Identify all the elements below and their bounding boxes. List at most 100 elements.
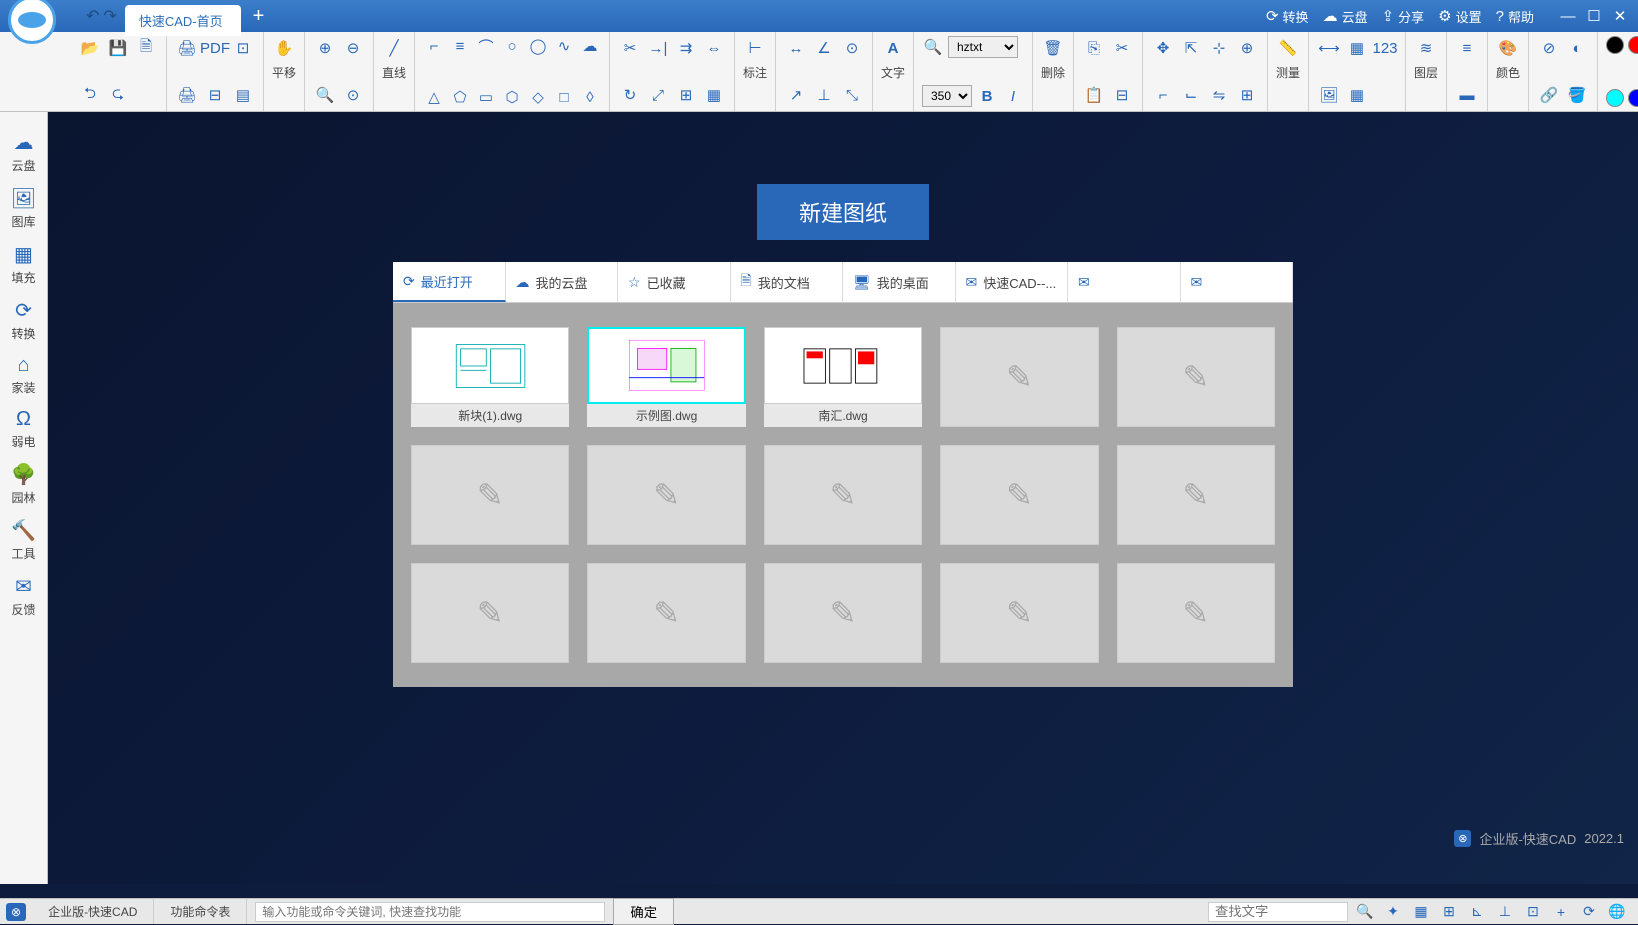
file-card-empty[interactable]: ✎ [1117,445,1275,545]
area-icon[interactable]: ▦ [1345,36,1369,60]
arc-icon[interactable]: ⌒ [475,36,497,56]
file-card-empty[interactable]: ✎ [587,563,745,663]
image-icon[interactable]: ⊡ [231,36,255,60]
sidebar-home[interactable]: ⌂家装 [11,354,35,396]
dim-angular-icon[interactable]: ∠ [812,36,836,60]
block-icon[interactable]: ▦ [702,83,726,107]
font-select[interactable]: hztxt [948,36,1018,58]
file-card-empty[interactable]: ✎ [940,327,1098,427]
box-icon[interactable]: □ [553,87,575,107]
file-card[interactable]: 示例图.dwg [587,327,745,427]
sidebar-garden[interactable]: 🌳园林 [11,462,36,506]
triangle-icon[interactable]: △ [423,87,445,107]
copy-icon[interactable]: ⎘ [1082,36,1106,60]
sidebar-feedback[interactable]: ✉反馈 [11,574,35,618]
tab-mail1[interactable]: ✉ [1068,262,1181,302]
zoomwin-icon[interactable]: 🔍 [313,83,337,107]
rotate-icon[interactable]: ↻ [618,83,642,107]
mirror-icon[interactable]: ⇔ [702,36,726,60]
file-card-empty[interactable]: ✎ [587,445,745,545]
file-card-empty[interactable]: ✎ [1117,563,1275,663]
ellipse-icon[interactable]: ◯ [527,36,549,56]
file-card-empty[interactable]: ✎ [764,563,922,663]
sidebar-electric[interactable]: Ω弱电 [11,408,35,450]
ok-button[interactable]: 确定 [613,898,674,925]
cut-icon[interactable]: ✂ [1110,36,1134,60]
tab-cloud[interactable]: ☁我的云盘 [506,262,619,302]
color-blue[interactable] [1628,89,1638,107]
share-button[interactable]: ⇪分享 [1382,7,1425,26]
spline-icon[interactable]: ∿ [553,36,575,56]
multiline-icon[interactable]: ≡ [449,36,471,56]
lineweight-icon[interactable]: ▬ [1455,83,1479,107]
convert-button[interactable]: ⟳转换 [1266,7,1309,26]
size-select[interactable]: 350 [922,85,972,107]
grid-icon[interactable]: ▦ [1410,901,1432,923]
paste-icon[interactable]: 📋 [1082,83,1106,107]
region-icon[interactable]: ◊ [579,87,601,107]
nocolor-icon[interactable]: ⊘ [1537,36,1561,60]
pan-icon[interactable]: ✋ [272,36,296,60]
pentagon-icon[interactable]: ⬠ [449,87,471,107]
color-cyan[interactable] [1606,89,1624,107]
file-card-empty[interactable]: ✎ [411,563,569,663]
polyline-icon[interactable]: ⌐ [423,36,445,56]
offset-icon[interactable]: ⇉ [674,36,698,60]
file-card-empty[interactable]: ✎ [940,445,1098,545]
rhombus-icon[interactable]: ◇ [527,87,549,107]
help-button[interactable]: ?帮助 [1496,7,1534,26]
tab-recent[interactable]: ⟳最近打开 [393,262,506,302]
tab-mail2[interactable]: ✉ [1181,262,1294,302]
zoomin-icon[interactable]: ⊕ [313,36,337,60]
search-input[interactable] [1208,902,1348,922]
settings-button[interactable]: ⚙设置 [1438,7,1481,26]
globe-icon[interactable]: 🌐 [1606,901,1628,923]
circle-icon[interactable]: ○ [501,36,523,56]
bold-icon[interactable]: B [976,86,998,106]
pdf-icon[interactable]: PDF [203,36,227,60]
polygon-icon[interactable]: ⬡ [501,87,523,107]
redo-icon[interactable]: ⮎ [106,83,130,107]
tab-desktop[interactable]: 🖥我的桌面 [843,262,956,302]
file-card-empty[interactable]: ✎ [1117,327,1275,427]
colorwheel-icon[interactable]: 🎨 [1496,36,1520,60]
save-icon[interactable]: 💾 [106,36,130,60]
italic-icon[interactable]: I [1002,86,1024,106]
move-icon[interactable]: ✥ [1151,36,1175,60]
dim-align-icon[interactable]: ⤡ [840,83,864,107]
text-icon[interactable]: A [881,36,905,60]
align-icon[interactable]: ⊟ [1110,83,1134,107]
file-card-empty[interactable]: ✎ [764,445,922,545]
batch-icon[interactable]: ▤ [231,83,255,107]
snap-icon[interactable]: ✦ [1382,901,1404,923]
grid2-icon[interactable]: ⊞ [1438,901,1460,923]
sidebar-cloud[interactable]: ☁云盘 [11,130,35,174]
status-cmdtab[interactable]: 功能命令表 [154,899,247,924]
line-icon[interactable]: ╱ [382,36,406,60]
export-icon[interactable]: ⊟ [203,83,227,107]
close-button[interactable]: ✕ [1610,6,1630,26]
extend-icon[interactable]: →| [646,36,670,60]
cloud-button[interactable]: ☁云盘 [1323,7,1368,26]
file-card[interactable]: 南汇.dwg [764,327,922,427]
file-card[interactable]: 新块(1).dwg [411,327,569,427]
annotate-icon[interactable]: ⊢ [743,36,767,60]
fillet-icon[interactable]: ⌐ [1151,83,1175,107]
undo-icon[interactable]: ⮌ [78,83,102,107]
maximize-button[interactable]: ☐ [1584,6,1604,26]
tab-favorites[interactable]: ☆已收藏 [618,262,731,302]
sync-icon[interactable]: ⟳ [1578,901,1600,923]
sidebar-tools[interactable]: 🔨工具 [11,518,36,562]
command-input[interactable] [255,902,605,922]
osnap-icon[interactable]: ⊡ [1522,901,1544,923]
color-black[interactable] [1606,36,1624,54]
layer-icon[interactable]: ≋ [1414,36,1438,60]
count-icon[interactable]: 123 [1373,36,1397,60]
array-icon[interactable]: ⊞ [674,83,698,107]
add-icon[interactable]: + [1550,901,1572,923]
dist-icon[interactable]: ⟷ [1317,36,1341,60]
font-search-icon[interactable]: 🔍 [922,37,944,57]
minimize-button[interactable]: — [1558,6,1578,26]
bylayer-icon[interactable]: ◐ [1565,36,1589,60]
scale-icon[interactable]: ⤢ [646,83,670,107]
